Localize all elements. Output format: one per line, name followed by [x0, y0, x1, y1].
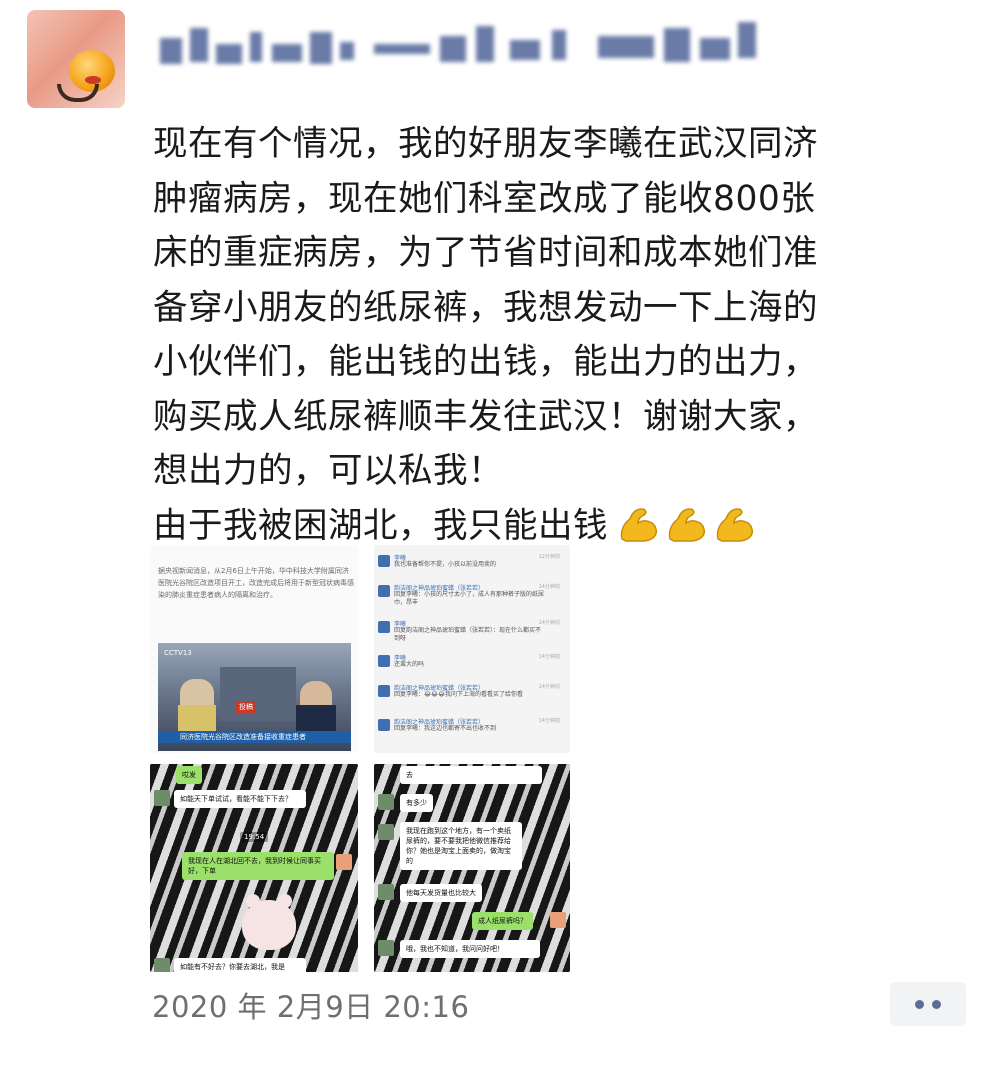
chat-message: 有多少	[400, 794, 433, 812]
bear-sticker	[242, 894, 296, 950]
comment-text: 回复李曦：小孩的尺寸太小了，成人有那种裤子版的纸尿巾，昂丰	[394, 591, 545, 606]
post-line: 肿瘤病房，现在她们科室改成了能收800张	[153, 178, 816, 219]
chat-message: 去	[400, 766, 542, 784]
comment-time: 14分钟前	[538, 718, 560, 724]
comment-text: 还蛮大的吗	[394, 661, 425, 668]
chat-avatar	[154, 790, 170, 806]
flexed-biceps-icon	[620, 507, 658, 542]
comment-time: 14分钟前	[538, 654, 560, 660]
avatar-leaf	[85, 76, 101, 84]
comment-row: 韵洁阁之神品琥珀蜜蜡（张若若） 回复李曦：小孩的尺寸太小了，成人有那种裤子版的纸…	[378, 583, 566, 609]
flexed-biceps-icon	[716, 507, 754, 542]
chat-message: 如能有不好去？你要去湖北，我是	[174, 958, 306, 972]
post-line: 小伙伴们，能出钱的出钱，能出力的出力，	[153, 342, 818, 382]
avatar-stem	[57, 84, 99, 102]
comment-row: 李曦 我也准备帮你不提，小孩以前没用卖的 12分钟前	[378, 553, 566, 579]
commenter-avatar	[378, 585, 390, 597]
post-line: 现在有个情况，我的好朋友李曦在武汉同济	[153, 124, 818, 164]
news-video-frame: CCTV13 投稿 同济医院光谷院区改造准备接收重症患者	[158, 643, 351, 751]
chat-avatar	[378, 940, 394, 956]
chat-message: 他每天发货量也比较大	[400, 884, 482, 902]
chat-avatar	[550, 912, 566, 928]
comment-time: 14分钟前	[538, 620, 560, 626]
commenter-avatar	[378, 685, 390, 697]
author-avatar[interactable]	[27, 10, 125, 108]
chat-avatar	[378, 824, 394, 840]
chat-message: 我现在人在湖北回不去，我到时候让同事买好，下单	[182, 852, 334, 880]
flexed-biceps-icon	[668, 507, 706, 542]
chat-time: 19:54	[240, 832, 269, 842]
chat-avatar	[336, 854, 352, 870]
chat-message: 我现在跑到这个地方，有一个卖纸尿裤的，要不要我把他微信推荐给你？她也是淘宝上面卖…	[400, 822, 522, 870]
post-line: 床的重症病房，为了节省时间和成本她们准	[153, 233, 818, 273]
tv-tag: 投稿	[236, 701, 256, 713]
chat-avatar	[378, 794, 394, 810]
comment-text: 回复李曦：😂😂😂我问下上海的看看买了给你看	[394, 691, 524, 698]
more-dot-icon	[932, 1000, 941, 1009]
comment-row: 李曦 回复韵洁阁之神品琥珀蜜蜡（张若若）：现在什么都买不到呀 14分钟前	[378, 619, 566, 645]
post-line: 由于我被困湖北，我只能出钱	[153, 505, 608, 546]
post-line: 购买成人纸尿裤顺丰发往武汉！谢谢大家，	[153, 396, 818, 437]
more-dot-icon	[915, 1000, 924, 1009]
image-thumbnail-news[interactable]: 据央视新闻消息，从2月6日上午开始，华中科技大学附属同济医院光谷院区改造项目开工…	[150, 545, 358, 753]
commenter-avatar	[378, 655, 390, 667]
comment-time: 12分钟前	[538, 554, 560, 560]
tv-ticker: 同济医院光谷院区改造准备接收重症患者	[158, 731, 351, 743]
image-thumbnail-chat-a[interactable]: 哎发 如能天下单试试，看能不能下下去？ 19:54 我现在人在湖北回不去，我到时…	[150, 764, 358, 972]
tv-crowd	[220, 667, 296, 721]
more-options-button[interactable]	[890, 982, 966, 1026]
image-thumbnail-comments[interactable]: 李曦 我也准备帮你不提，小孩以前没用卖的 12分钟前 韵洁阁之神品琥珀蜜蜡（张若…	[374, 545, 570, 753]
emoji-row	[616, 505, 760, 562]
comment-row: 李曦 还蛮大的吗 14分钟前	[378, 653, 566, 679]
comment-text: 我也准备帮你不提，小孩以前没用卖的	[394, 561, 497, 568]
commenter-avatar	[378, 719, 390, 731]
comment-time: 14分钟前	[538, 684, 560, 690]
comment-row: 韵洁阁之神品琥珀蜜蜡（张若若） 回复李曦：我这边也都寄不出也收不到 14分钟前	[378, 717, 566, 743]
news-paragraph: 据央视新闻消息，从2月6日上午开始，华中科技大学附属同济医院光谷院区改造项目开工…	[158, 567, 354, 599]
chat-message: 哎发	[176, 766, 202, 784]
tv-anchor-right	[296, 681, 336, 735]
comment-text: 回复李曦：我这边也都寄不出也收不到	[394, 725, 497, 732]
comment-text: 回复韵洁阁之神品琥珀蜜蜡（张若若）：现在什么都买不到呀	[394, 627, 542, 642]
post-body: 现在有个情况，我的好朋友李曦在武汉同济 肿瘤病房，现在她们科室改成了能收800张…	[153, 117, 973, 561]
author-nickname-blurred[interactable]	[160, 14, 760, 66]
commenter-avatar	[378, 555, 390, 567]
chat-message: 如能天下单试试，看能不能下下去？	[174, 790, 306, 808]
tv-logo: CCTV13	[164, 649, 192, 657]
chat-message: 哦，我也不知道，我问问好吧！	[400, 940, 540, 958]
tv-anchor-left	[178, 679, 216, 737]
post-line: 备穿小朋友的纸尿裤，我想发动一下上海的	[153, 287, 818, 328]
post-timestamp: 2020 年 2月9日 20:16	[152, 990, 470, 1024]
commenter-avatar	[378, 621, 390, 633]
comment-row: 韵洁阁之神品琥珀蜜蜡（张若若） 回复李曦：😂😂😂我问下上海的看看买了给你看 14…	[378, 683, 566, 709]
chat-avatar	[378, 884, 394, 900]
image-thumbnail-chat-b[interactable]: 去 有多少 我现在跑到这个地方，有一个卖纸尿裤的，要不要我把他微信推荐给你？她也…	[374, 764, 570, 972]
comment-time: 14分钟前	[538, 584, 560, 590]
chat-avatar	[154, 958, 170, 972]
post-line: 想出力的，可以私我！	[153, 451, 503, 491]
chat-message: 成人纸尿裤吗？	[472, 912, 533, 930]
